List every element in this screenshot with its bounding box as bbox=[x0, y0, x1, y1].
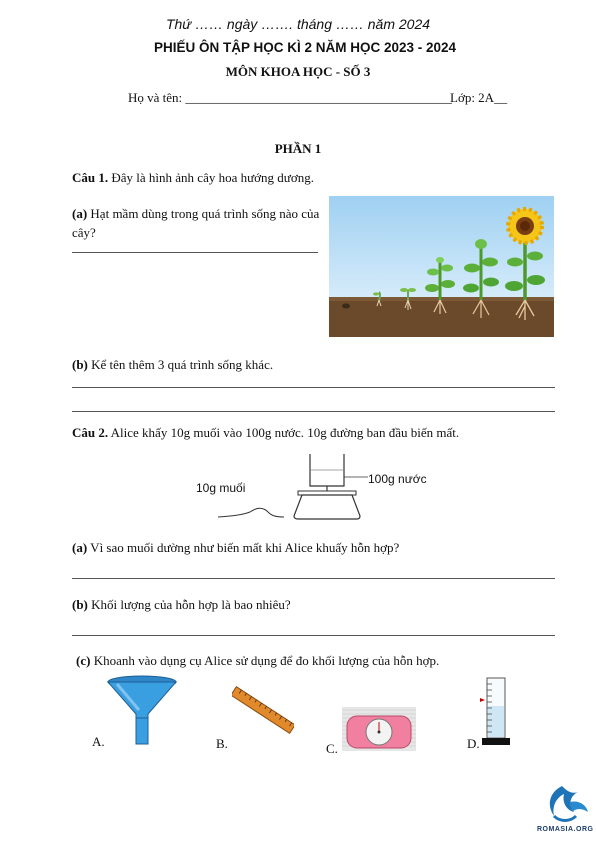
question-1a-label: (a) bbox=[72, 206, 88, 221]
question-2-label: Câu 2. bbox=[72, 425, 109, 440]
kitchen-scale-icon[interactable] bbox=[341, 706, 417, 752]
question-2c: (c) Khoanh vào dụng cụ Alice sử dụng để … bbox=[76, 652, 439, 670]
question-2c-label: (c) bbox=[76, 653, 91, 668]
question-2a-label: (a) bbox=[72, 540, 88, 555]
question-1: Câu 1. Đây là hình ảnh cây hoa hướng dươ… bbox=[72, 169, 314, 187]
name-label: Họ và tên: bbox=[128, 90, 186, 105]
question-1b: (b) Kể tên thêm 3 quá trình sống khác. bbox=[72, 356, 273, 374]
date-line: Thứ …… ngày ……. tháng …… năm 2024 bbox=[165, 16, 431, 32]
name-blank: ________________________________________… bbox=[185, 90, 452, 105]
answer-line-1b-2[interactable] bbox=[72, 411, 555, 412]
question-1-text: Đây là hình ảnh cây hoa hướng dương. bbox=[108, 170, 314, 185]
sunflower-growth-image bbox=[329, 196, 554, 337]
question-2-text: Alice khấy 10g muối vào 100g nước. 10g đ… bbox=[108, 425, 460, 440]
salt-label: 10g muối bbox=[196, 481, 246, 495]
question-2b: (b) Khối lượng của hỗn hợp là bao nhiêu? bbox=[72, 596, 291, 614]
answer-line-1a[interactable] bbox=[72, 252, 318, 253]
question-1a: (a) Hạt mầm dùng trong quá trình sống nà… bbox=[72, 204, 324, 242]
question-2: Câu 2. Alice khấy 10g muối vào 100g nước… bbox=[72, 424, 459, 442]
question-1b-text: Kể tên thêm 3 quá trình sống khác. bbox=[87, 357, 274, 372]
funnel-icon[interactable] bbox=[105, 674, 180, 746]
question-2b-text: Khối lượng của hỗn hợp là bao nhiêu? bbox=[87, 597, 291, 612]
question-1b-label: (b) bbox=[72, 357, 88, 372]
part-heading: PHẦN 1 bbox=[274, 141, 322, 156]
answer-line-1b-1[interactable] bbox=[72, 387, 555, 388]
name-line: Họ và tên: _____________________________… bbox=[128, 89, 452, 107]
question-2a: (a) Vì sao muối dường như biến mất khi A… bbox=[72, 539, 399, 557]
question-2b-label: (b) bbox=[72, 597, 88, 612]
water-label: 100g nước bbox=[368, 472, 427, 486]
question-2c-text: Khoanh vào dụng cụ Alice sử dụng để đo k… bbox=[90, 653, 440, 668]
graduated-cylinder-icon[interactable] bbox=[478, 676, 514, 746]
option-c-label[interactable]: C. bbox=[326, 740, 338, 758]
answer-line-2b[interactable] bbox=[72, 635, 555, 636]
option-b-label[interactable]: B. bbox=[216, 735, 228, 753]
option-a-label[interactable]: A. bbox=[92, 733, 105, 751]
class-label: Lớp: 2A__ bbox=[450, 90, 508, 105]
watermark-text: ROMASIA.ORG bbox=[537, 826, 594, 833]
question-1a-text: Hạt mầm dùng trong quá trình sống nào củ… bbox=[72, 206, 320, 240]
ruler-icon[interactable] bbox=[232, 684, 294, 736]
question-1-label: Câu 1. bbox=[72, 170, 109, 185]
subject-title: MÔN KHOA HỌC - SỐ 3 bbox=[225, 64, 371, 79]
romasia-logo bbox=[549, 786, 588, 822]
page-title: PHIẾU ÔN TẬP HỌC KÌ 2 NĂM HỌC 2023 - 202… bbox=[153, 40, 457, 55]
question-2a-text: Vì sao muối dường như biến mất khi Alice… bbox=[87, 540, 400, 555]
answer-line-2a[interactable] bbox=[72, 578, 555, 579]
